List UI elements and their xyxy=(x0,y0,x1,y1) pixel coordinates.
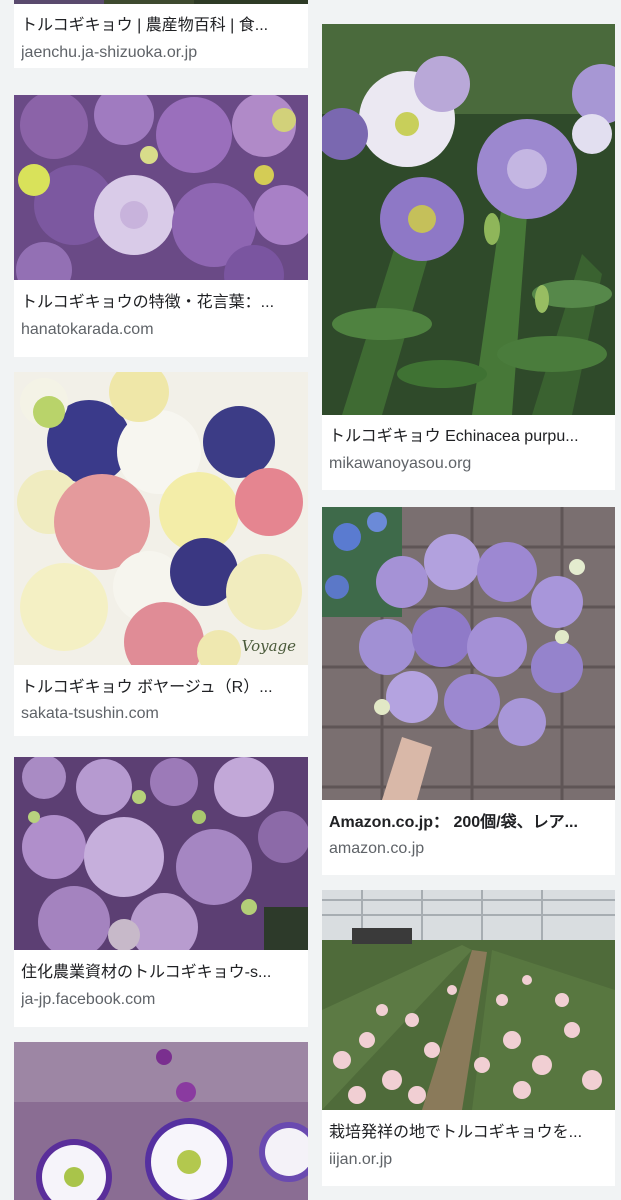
result-thumbnail[interactable]: Voyage xyxy=(14,372,308,665)
purple-lisianthus-bouquet xyxy=(14,95,308,280)
result-thumbnail[interactable] xyxy=(14,1042,308,1200)
purple-lisianthus-field xyxy=(14,757,308,950)
mixed-color-lisianthus-bouquet xyxy=(14,372,308,665)
result-source: hanatokarada.com xyxy=(21,321,154,338)
pink-lisianthus-greenhouse xyxy=(322,890,615,1110)
result-card[interactable]: Amazon.co.jp： 200個/袋、レア... amazon.co.jp xyxy=(322,507,615,875)
purple-green-flowers-strip xyxy=(14,0,308,4)
result-source: iijan.or.jp xyxy=(329,1151,393,1168)
result-source: mikawanoyasou.org xyxy=(329,455,472,472)
result-card[interactable]: 住化農業資材のトルコギキョウ-s... ja-jp.facebook.com xyxy=(14,757,308,1027)
result-source: ja-jp.facebook.com xyxy=(21,991,156,1008)
result-thumbnail[interactable] xyxy=(14,0,308,4)
result-thumbnail[interactable] xyxy=(322,24,615,415)
result-title[interactable]: トルコギキョウ Echinacea purpu... xyxy=(329,427,607,447)
lavender-white-lisianthus-plant xyxy=(322,24,615,415)
result-title[interactable]: トルコギキョウ ボヤージュ（R）... xyxy=(21,678,300,698)
result-card[interactable]: Voyage トルコギキョウ ボヤージュ（R）... sakata-tsushi… xyxy=(14,372,308,736)
result-card[interactable]: トルコギキョウ Echinacea purpu... mikawanoyasou… xyxy=(322,24,615,490)
result-title[interactable]: 住化農業資材のトルコギキョウ-s... xyxy=(21,963,300,983)
result-title[interactable]: トルコギキョウの特徴・花言葉：... xyxy=(21,293,300,313)
result-title[interactable]: 栽培発祥の地でトルコギキョウを... xyxy=(329,1123,607,1143)
watermark-logo: Voyage xyxy=(241,637,296,655)
result-source: jaenchu.ja-shizuoka.or.jp xyxy=(21,44,198,61)
result-title[interactable]: Amazon.co.jp： 200個/袋、レア... xyxy=(329,813,607,833)
result-thumbnail[interactable] xyxy=(14,757,308,950)
result-thumbnail[interactable] xyxy=(322,890,615,1110)
result-thumbnail[interactable] xyxy=(322,507,615,800)
result-title[interactable]: トルコギキョウ | 農産物百科 | 食... xyxy=(21,16,300,36)
result-card[interactable]: トルコギキョウ | 農産物百科 | 食... jaenchu.ja-shizuo… xyxy=(14,0,308,68)
white-purple-edged-lisianthus xyxy=(14,1042,308,1200)
result-thumbnail[interactable] xyxy=(14,95,308,280)
result-source: sakata-tsushin.com xyxy=(21,705,159,722)
result-card[interactable]: 栽培発祥の地でトルコギキョウを... iijan.or.jp xyxy=(322,890,615,1186)
lavender-lisianthus-bouquet-in-hand xyxy=(322,507,615,800)
result-card[interactable]: トルコギキョウの特徴・花言葉：... hanatokarada.com xyxy=(14,95,308,357)
result-source: amazon.co.jp xyxy=(329,840,425,857)
result-card[interactable] xyxy=(14,1042,308,1200)
